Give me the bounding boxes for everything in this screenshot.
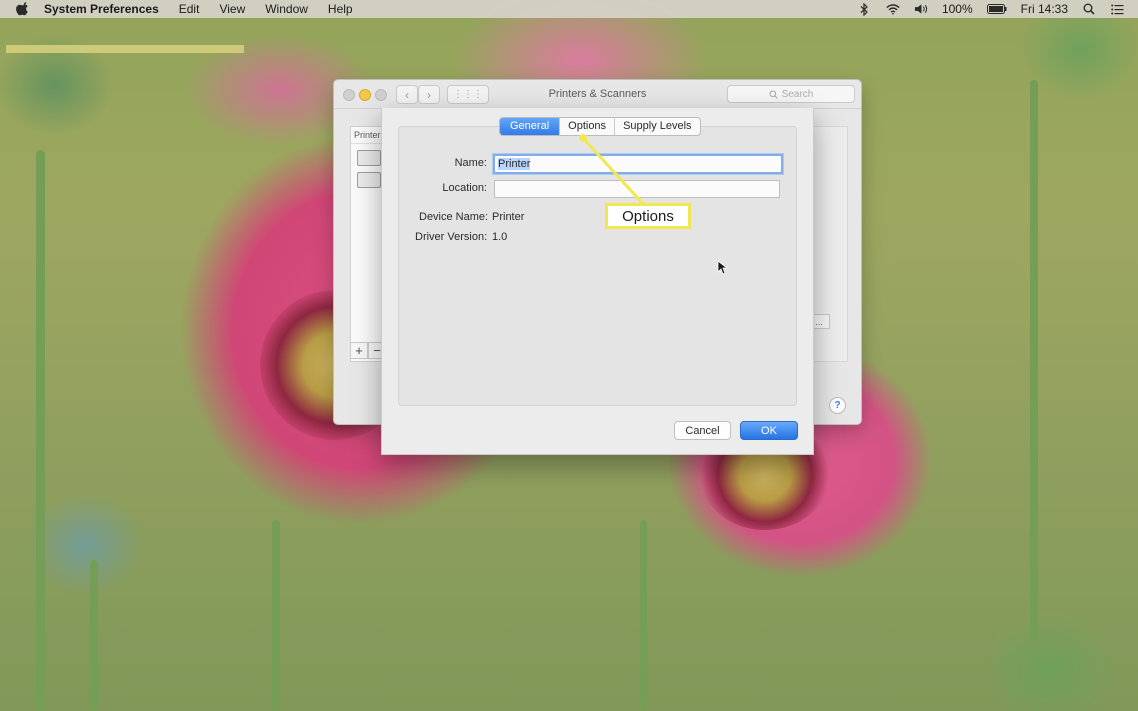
flower-stem (36, 150, 45, 711)
device-name-label: Device Name: (419, 211, 489, 223)
tab-options[interactable]: Options (559, 118, 614, 135)
wifi-icon[interactable] (886, 3, 900, 16)
notification-center-icon[interactable] (1110, 3, 1124, 16)
location-field[interactable] (494, 180, 780, 198)
driver-version-value: 1.0 (492, 231, 508, 243)
flower-stem (90, 560, 98, 711)
help-button[interactable]: ? (829, 397, 846, 414)
driver-version-label: Driver Version: (415, 231, 488, 243)
window-titlebar: ‹ › ⋮⋮⋮ Printers & Scanners Search (334, 80, 861, 109)
name-label: Name: (454, 157, 487, 169)
battery-percent[interactable]: 100% (942, 2, 973, 16)
flower-stem (640, 520, 647, 711)
search-placeholder: Search (781, 88, 814, 100)
menu-view[interactable]: View (209, 2, 255, 16)
menu-app-name[interactable]: System Preferences (40, 2, 169, 16)
spotlight-search-icon[interactable] (1082, 3, 1096, 16)
name-field[interactable]: Printer (493, 154, 783, 174)
printer-options-sheet: General Options Supply Levels Name: Prin… (381, 108, 814, 455)
highlight-bar (6, 45, 244, 53)
volume-icon[interactable] (914, 3, 928, 16)
flower-stem (272, 520, 280, 711)
tab-bar: General Options Supply Levels (499, 117, 701, 136)
menu-bar: System Preferences Edit View Window Help… (0, 0, 1138, 18)
menu-clock[interactable]: Fri 14:33 (1021, 2, 1068, 16)
tab-supply-levels[interactable]: Supply Levels (614, 118, 700, 135)
printer-icon[interactable] (357, 150, 381, 166)
ok-button[interactable]: OK (740, 421, 798, 440)
location-label: Location: (442, 182, 487, 194)
printer-icon[interactable] (357, 172, 381, 188)
device-name-value: Printer (492, 211, 525, 223)
name-field-value: Printer (498, 158, 531, 170)
tab-general[interactable]: General (500, 118, 560, 135)
menu-window[interactable]: Window (255, 2, 318, 16)
bluetooth-icon[interactable] (858, 2, 872, 16)
menu-help[interactable]: Help (318, 2, 363, 16)
search-field[interactable]: Search (727, 85, 855, 103)
add-printer-button[interactable]: + (350, 342, 368, 359)
options-callout-label: Options (605, 203, 691, 229)
battery-icon[interactable] (986, 3, 1007, 16)
apple-icon[interactable] (16, 2, 30, 16)
search-icon (769, 89, 778, 99)
cancel-button[interactable]: Cancel (674, 421, 731, 440)
flower-stem (1030, 80, 1038, 640)
menu-edit[interactable]: Edit (169, 2, 210, 16)
mouse-cursor-icon (717, 260, 727, 275)
